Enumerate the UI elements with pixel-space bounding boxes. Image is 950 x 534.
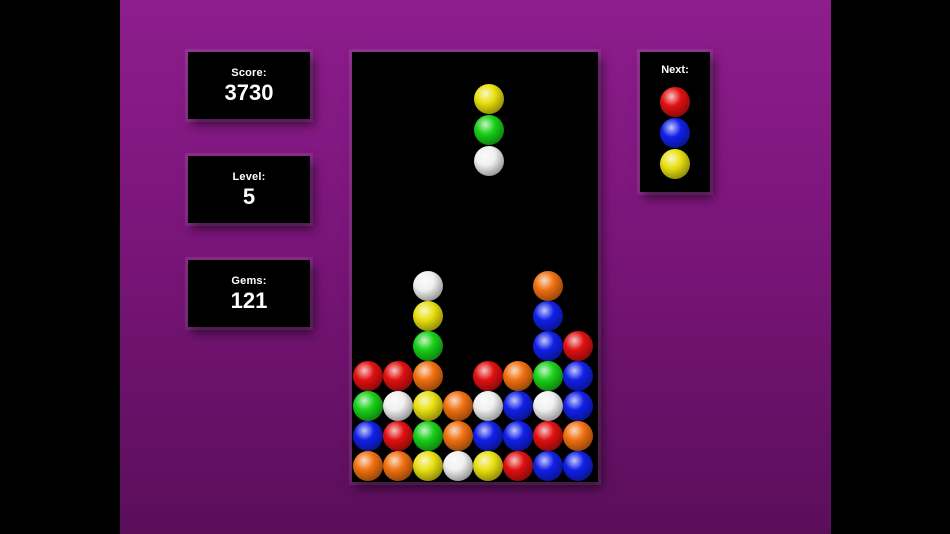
score-panel: Score: 3730 [188, 52, 310, 119]
gem-red [473, 361, 503, 391]
gem-orange [563, 421, 593, 451]
next-label: Next: [661, 64, 689, 76]
level-panel: Level: 5 [188, 156, 310, 223]
gem-orange [383, 451, 413, 481]
gem-red [353, 361, 383, 391]
level-value: 5 [242, 183, 256, 209]
gem-red [563, 331, 593, 361]
gem-white [533, 391, 563, 421]
gem-green [413, 331, 443, 361]
gem-orange [443, 391, 473, 421]
game-screen: Score: 3730 Level: 5 Gems: 121 Next: [0, 0, 950, 534]
gem-white [443, 451, 473, 481]
gem-yellow [473, 451, 503, 481]
falling-gem-green [474, 115, 504, 145]
gem-orange [353, 451, 383, 481]
gem-orange [533, 271, 563, 301]
game-board[interactable] [352, 52, 598, 482]
gem-red [533, 421, 563, 451]
gem-yellow [413, 391, 443, 421]
gems-label: Gems: [231, 274, 267, 287]
next-gem-red [660, 87, 690, 117]
gem-green [413, 421, 443, 451]
gem-yellow [413, 451, 443, 481]
gem-blue [563, 451, 593, 481]
gem-red [383, 361, 413, 391]
gem-blue [533, 301, 563, 331]
gem-blue [533, 451, 563, 481]
falling-gem-yellow [474, 84, 504, 114]
gem-red [503, 451, 533, 481]
score-label: Score: [231, 66, 267, 79]
gem-green [533, 361, 563, 391]
gem-white [383, 391, 413, 421]
level-label: Level: [232, 170, 266, 183]
next-piece-panel: Next: [640, 52, 710, 192]
gem-red [383, 421, 413, 451]
gem-orange [413, 361, 443, 391]
gem-white [413, 271, 443, 301]
score-value: 3730 [224, 79, 274, 105]
falling-gem-white [474, 146, 504, 176]
gem-white [473, 391, 503, 421]
gems-panel: Gems: 121 [188, 260, 310, 327]
gem-yellow [413, 301, 443, 331]
gem-blue [503, 391, 533, 421]
next-gem-blue [660, 118, 690, 148]
gem-blue [503, 421, 533, 451]
gem-blue [563, 391, 593, 421]
gem-blue [473, 421, 503, 451]
gem-orange [443, 421, 473, 451]
game-stage: Score: 3730 Level: 5 Gems: 121 Next: [120, 0, 831, 534]
gem-orange [503, 361, 533, 391]
next-gem-yellow [660, 149, 690, 179]
gem-blue [563, 361, 593, 391]
gem-blue [353, 421, 383, 451]
gems-value: 121 [230, 287, 268, 313]
gem-green [353, 391, 383, 421]
gem-blue [533, 331, 563, 361]
